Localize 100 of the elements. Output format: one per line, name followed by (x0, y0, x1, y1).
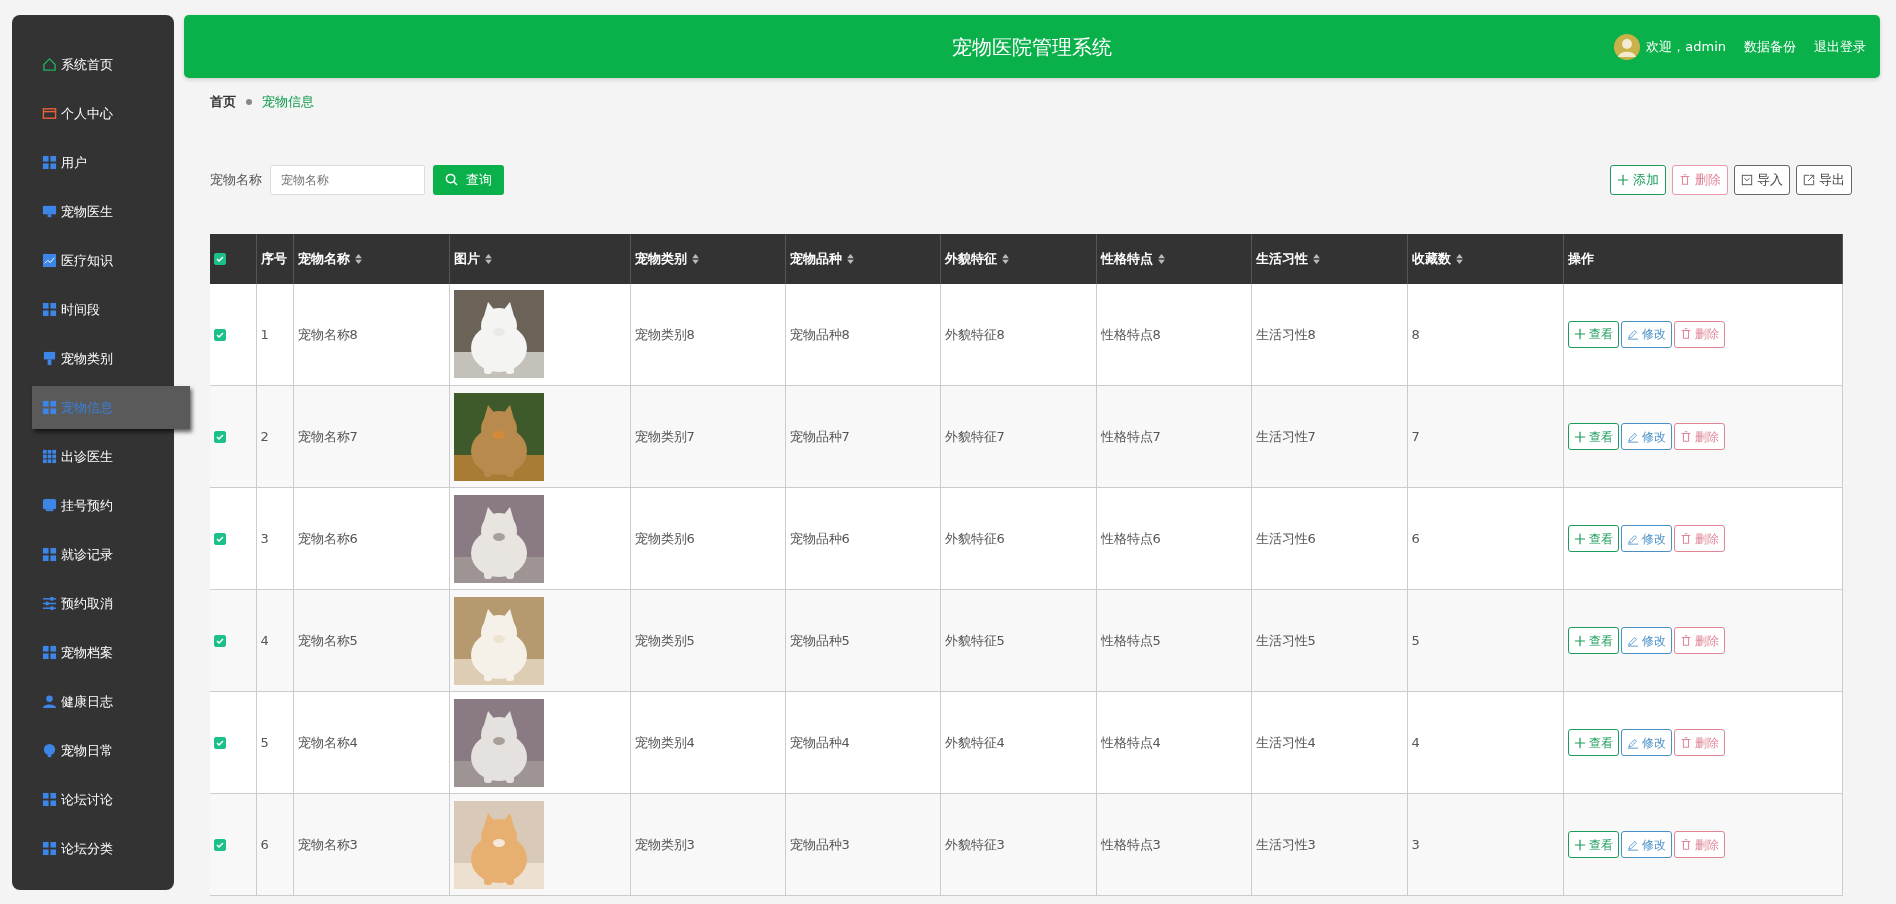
table-cell: 2 (260, 428, 269, 444)
grid-icon (42, 400, 57, 415)
edit-button[interactable]: 修改 (1620, 627, 1672, 654)
pencil-icon (1626, 430, 1639, 443)
table-cell: 4 (260, 632, 269, 648)
table-cell: 宠物名称8 (297, 326, 358, 342)
export-button[interactable]: 导出 (1796, 164, 1852, 195)
checkbox[interactable] (214, 533, 226, 546)
column-header[interactable]: 性格特点 (1100, 248, 1165, 269)
checkbox[interactable] (214, 839, 226, 852)
sort-icon[interactable] (691, 253, 699, 264)
pencil-icon (1626, 736, 1639, 749)
checkbox[interactable] (214, 329, 226, 341)
view-button[interactable]: 查看 (1567, 525, 1619, 552)
trash-icon (1679, 838, 1692, 851)
trash-icon (1679, 328, 1692, 341)
view-button[interactable]: 查看 (1567, 729, 1619, 756)
table-cell: 5 (1411, 632, 1420, 648)
plus-icon (1617, 173, 1629, 186)
sidebar-item[interactable]: 宠物日常 (12, 726, 174, 775)
sidebar-item[interactable]: 论坛分类 (12, 824, 174, 873)
table-cell: 性格特点4 (1100, 734, 1161, 750)
view-button[interactable]: 查看 (1567, 423, 1619, 450)
sidebar-item[interactable]: 宠物类别 (12, 334, 174, 383)
table-cell: 宠物品种6 (789, 530, 850, 546)
table-cell: 3 (260, 530, 269, 546)
sort-icon[interactable] (1157, 253, 1165, 264)
sidebar-item[interactable]: 挂号预约 (12, 481, 174, 530)
sidebar-item[interactable]: 用户 (12, 138, 174, 187)
edit-button[interactable]: 修改 (1620, 831, 1672, 858)
table-cell: 1 (260, 326, 269, 342)
column-header[interactable]: 生活习性 (1255, 248, 1320, 269)
sidebar-item[interactable]: 宠物医生 (12, 187, 174, 236)
checkbox[interactable] (214, 635, 226, 648)
sort-icon[interactable] (1312, 253, 1320, 264)
column-header[interactable]: 宠物名称 (297, 248, 362, 269)
sliders-icon (42, 596, 57, 611)
table-cell: 5 (260, 734, 269, 750)
sidebar-item[interactable]: 系统首页 (12, 40, 174, 89)
column-header[interactable]: 宠物品种 (789, 248, 854, 269)
edit-button[interactable]: 修改 (1620, 423, 1672, 450)
view-button[interactable]: 查看 (1567, 831, 1619, 858)
plus-icon (1573, 532, 1586, 545)
table-cell: 外貌特征4 (944, 734, 1005, 750)
trash-icon (1679, 430, 1692, 443)
grid-icon (42, 449, 57, 464)
sidebar-item[interactable]: 论坛讨论 (12, 775, 174, 824)
view-button[interactable]: 查看 (1567, 320, 1619, 348)
table-cell: 宠物类别6 (634, 530, 695, 546)
column-header[interactable]: 外貌特征 (944, 248, 1009, 269)
column-header[interactable]: 收藏数 (1411, 248, 1463, 269)
grid-icon (42, 645, 57, 660)
plus-icon (1573, 430, 1586, 443)
table-cell: 宠物类别3 (634, 836, 695, 852)
sidebar-item[interactable]: 个人中心 (12, 89, 174, 138)
sidebar-item[interactable]: 健康日志 (12, 677, 174, 726)
sidebar-item[interactable]: 医疗知识 (12, 236, 174, 285)
table-cell: 3 (1411, 836, 1420, 852)
table-cell: 外貌特征7 (944, 428, 1005, 444)
column-header[interactable]: 操作 (1567, 248, 1594, 269)
monitor-icon (42, 498, 57, 513)
sidebar-item[interactable]: 宠物档案 (12, 628, 174, 677)
table-cell: 性格特点3 (1100, 836, 1161, 852)
table-cell: 宠物品种5 (789, 632, 850, 648)
grid-icon (42, 547, 57, 562)
plus-icon (1573, 838, 1586, 851)
trash-icon (1679, 532, 1692, 545)
breadcrumb-link[interactable]: 首页 (210, 92, 236, 112)
column-header[interactable]: 图片 (453, 248, 492, 269)
import-button[interactable]: 导入 (1734, 164, 1790, 195)
add-button[interactable]: 添加 (1610, 164, 1666, 195)
sidebar-item[interactable]: 出诊医生 (12, 432, 174, 481)
sort-icon[interactable] (484, 253, 492, 264)
table-cell: 宠物类别5 (634, 632, 695, 648)
checkbox[interactable] (214, 253, 226, 266)
breadcrumb-link[interactable]: 宠物信息 (262, 92, 314, 112)
search-field[interactable]: 宠物名称 (270, 164, 425, 195)
table-cell: 4 (1411, 734, 1420, 750)
edit-button[interactable]: 修改 (1620, 320, 1672, 348)
sidebar-item[interactable]: 时间段 (12, 285, 174, 334)
checkbox[interactable] (214, 431, 226, 444)
view-button[interactable]: 查看 (1567, 627, 1619, 654)
sort-icon[interactable] (354, 253, 362, 264)
table-cell: 生活习性8 (1255, 326, 1316, 342)
trash-icon (1679, 634, 1692, 647)
edit-button[interactable]: 修改 (1620, 729, 1672, 756)
pencil-icon (1626, 328, 1639, 341)
pencil-icon (1626, 838, 1639, 851)
sidebar-item[interactable]: 就诊记录 (12, 530, 174, 579)
sidebar-item[interactable]: 预约取消 (12, 579, 174, 628)
greeting-text: 欢迎，admin (1646, 37, 1726, 56)
table-cell: 宠物类别4 (634, 734, 695, 750)
table-cell: 生活习性6 (1255, 530, 1316, 546)
search-label: 宠物名称 (210, 170, 262, 189)
edit-button[interactable]: 修改 (1620, 525, 1672, 552)
sort-icon[interactable] (846, 253, 854, 264)
sort-icon[interactable] (1455, 253, 1463, 264)
checkbox[interactable] (214, 737, 226, 750)
column-header[interactable]: 宠物类别 (634, 248, 699, 269)
sort-icon[interactable] (1001, 253, 1009, 264)
